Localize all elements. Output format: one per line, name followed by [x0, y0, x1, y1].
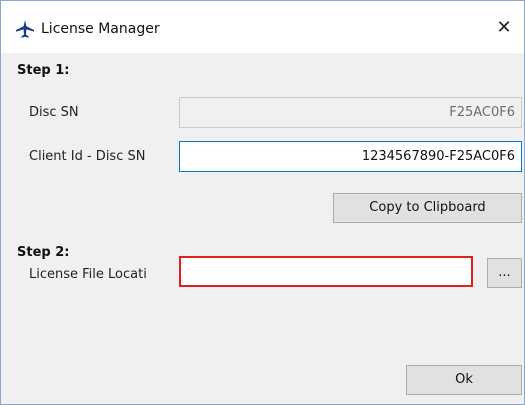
step2-heading: Step 2:	[17, 245, 70, 260]
copy-to-clipboard-button[interactable]: Copy to Clipboard	[333, 193, 522, 223]
airplane-icon	[16, 20, 34, 38]
ok-button[interactable]: Ok	[406, 365, 522, 395]
client-id-label: Client Id - Disc SN	[29, 149, 146, 164]
license-file-label: License File Locati	[29, 267, 147, 282]
browse-button[interactable]: ...	[487, 258, 522, 288]
license-manager-window: License Manager ✕ Step 1: Disc SN F25AC0…	[0, 0, 525, 405]
license-file-field[interactable]	[179, 256, 473, 287]
client-id-field[interactable]: 1234567890-F25AC0F6	[179, 141, 522, 172]
window-title: License Manager	[41, 21, 160, 37]
disc-sn-label: Disc SN	[29, 105, 79, 120]
step1-heading: Step 1:	[17, 63, 70, 78]
title-bar: License Manager ✕	[1, 1, 524, 53]
close-button[interactable]: ✕	[489, 15, 519, 41]
close-icon: ✕	[496, 17, 512, 38]
disc-sn-field[interactable]: F25AC0F6	[179, 97, 522, 128]
